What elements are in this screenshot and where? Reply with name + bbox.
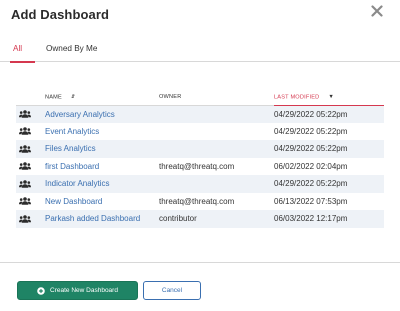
column-header-name-label: NAME — [45, 93, 62, 100]
dialog-title: Add Dashboard — [11, 7, 110, 22]
shared-users-icon — [16, 123, 45, 141]
sort-icon: ⇵ — [70, 93, 76, 100]
tab-owned-by-me[interactable]: Owned By Me — [46, 44, 97, 62]
dashboard-owner — [159, 105, 274, 123]
cancel-button[interactable]: Cancel — [143, 281, 201, 300]
dashboard-last-modified: 06/13/2022 07:53pm — [274, 196, 348, 206]
dashboard-owner — [159, 140, 274, 158]
shared-users-icon — [16, 210, 45, 228]
table-row[interactable]: New Dashboard threatq@threatq.com 06/13/20… — [16, 193, 384, 211]
plus-circle-icon — [37, 286, 45, 295]
dialog-header: Add Dashboard — [0, 0, 400, 30]
shared-users-icon — [16, 140, 45, 158]
table-row[interactable]: Event Analytics 04/29/2022 05:22pm — [16, 123, 384, 141]
sort-descending-icon: ▼ — [328, 93, 335, 100]
create-new-dashboard-label: Create New Dashboard — [50, 287, 118, 294]
dashboard-name-link[interactable]: Adversary Analytics — [45, 105, 159, 123]
table-row[interactable]: Files Analytics 04/29/2022 05:22pm — [16, 140, 384, 158]
table-row[interactable]: Parkash added Dashboard contributor 06/03/… — [16, 210, 384, 228]
table-row[interactable]: Indicator Analytics 04/29/2022 05:22pm — [16, 175, 384, 193]
table-row[interactable]: Adversary Analytics 04/29/2022 05:22pm — [16, 105, 384, 123]
dashboard-owner — [159, 175, 274, 193]
column-header-name[interactable]: NAME ⇵ — [45, 89, 159, 106]
dashboard-name-link[interactable]: first Dashboard — [45, 158, 159, 176]
shared-users-icon — [16, 175, 45, 193]
column-header-owner[interactable]: OWNER — [159, 89, 274, 106]
column-header-owner-label: OWNER — [159, 93, 182, 100]
dashboard-owner: contributor — [159, 210, 274, 228]
column-header-last-modified-label: LAST MODIFIED — [274, 93, 320, 100]
dashboard-name-link[interactable]: Indicator Analytics — [45, 175, 159, 193]
close-icon[interactable] — [369, 3, 385, 19]
active-tab-indicator — [10, 61, 35, 63]
dashboard-last-modified: 04/29/2022 05:22pm — [274, 105, 384, 123]
shared-users-icon — [16, 105, 45, 123]
column-header-last-modified[interactable]: LAST MODIFIED ▼ — [274, 89, 384, 106]
dashboard-last-modified: 04/29/2022 05:22pm — [274, 140, 384, 158]
add-dashboard-dialog: Add Dashboard All Owned By Me NAME ⇵ OWNE… — [0, 0, 400, 311]
table-header-row: NAME ⇵ OWNER LAST MODIFIED ▼ — [16, 89, 384, 106]
dashboard-owner: threatq@threatq.com — [159, 196, 235, 206]
dashboard-name-link[interactable]: Files Analytics — [45, 140, 159, 158]
dashboard-last-modified: 06/02/2022 02:04pm — [274, 161, 348, 171]
dashboard-last-modified: 04/29/2022 05:22pm — [274, 126, 348, 136]
table-row[interactable]: first Dashboard threatq@threatq.com 06/02/… — [16, 158, 384, 176]
dashboard-name-link[interactable]: New Dashboard — [45, 193, 159, 211]
dashboard-name-link[interactable]: Event Analytics — [45, 123, 159, 141]
shared-users-icon — [16, 158, 45, 176]
dashboard-last-modified: 06/03/2022 12:17pm — [274, 210, 384, 228]
dashboard-last-modified: 04/29/2022 05:22pm — [274, 175, 384, 193]
tab-bar: All Owned By Me — [0, 40, 400, 62]
create-new-dashboard-button[interactable]: Create New Dashboard — [17, 281, 138, 300]
shared-users-icon — [16, 193, 45, 211]
dashboards-table: NAME ⇵ OWNER LAST MODIFIED ▼ Adversary Ana… — [16, 89, 384, 228]
tab-all[interactable]: All — [13, 44, 22, 62]
dashboard-owner — [159, 123, 274, 141]
column-header-icon — [16, 89, 45, 106]
dashboard-name-link[interactable]: Parkash added Dashboard — [45, 210, 159, 228]
dashboard-owner: threatq@threatq.com — [159, 161, 235, 171]
